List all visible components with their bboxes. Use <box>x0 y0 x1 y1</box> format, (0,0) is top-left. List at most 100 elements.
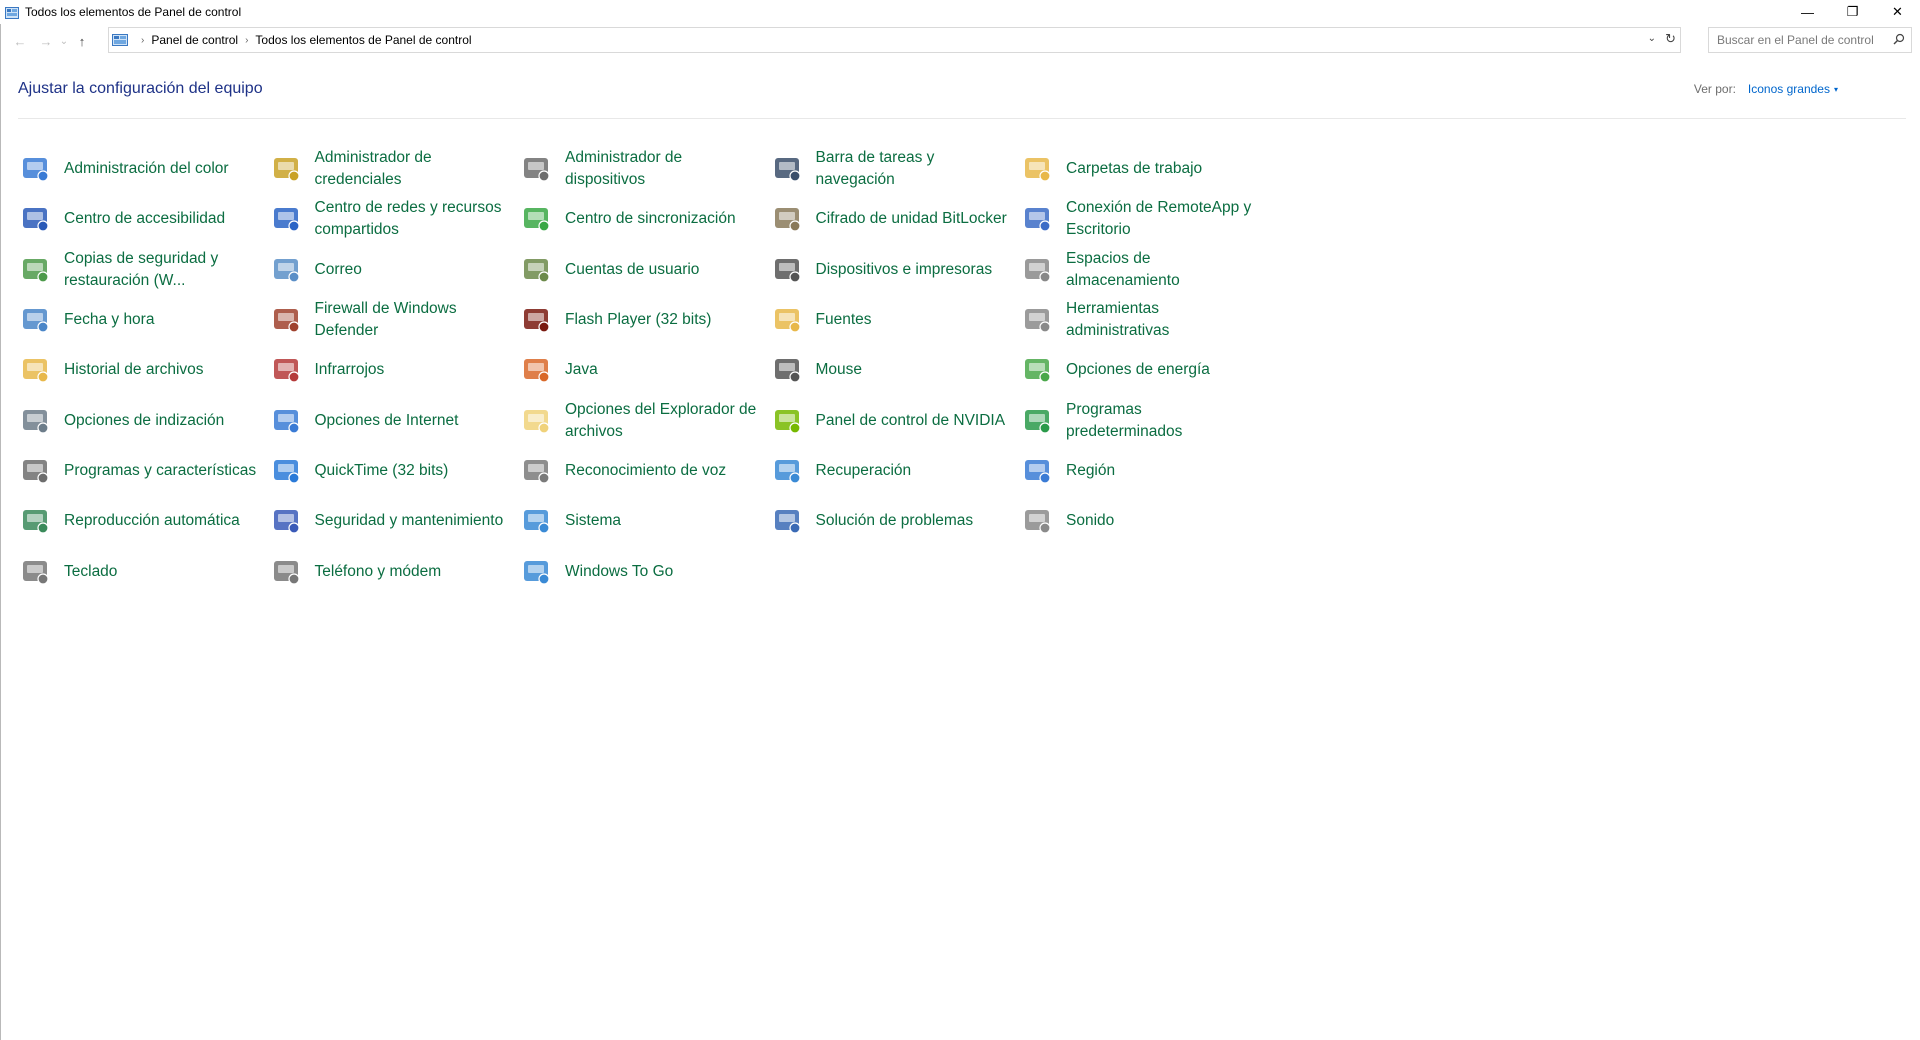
control-panel-item-label: Administrador de credenciales <box>314 149 432 189</box>
quicktime-icon <box>269 453 305 489</box>
phone-modem-icon <box>269 554 305 590</box>
control-panel-item-label: Conexión de RemoteApp y Escritorio <box>1066 199 1252 239</box>
control-panel-item[interactable]: Reconocimiento de voz <box>519 446 770 496</box>
control-panel-item[interactable]: Dispositivos e impresoras <box>770 245 1021 295</box>
system-icon <box>519 503 555 539</box>
device-manager-icon <box>519 151 555 187</box>
windows-to-go-icon <box>519 554 555 590</box>
control-panel-item[interactable]: Teléfono y módem <box>269 546 520 596</box>
security-maintenance-icon <box>269 503 305 539</box>
remoteapp-icon <box>1020 201 1056 237</box>
control-panel-item-label: QuickTime (32 bits) <box>314 461 449 479</box>
control-panel-item[interactable]: Cifrado de unidad BitLocker <box>770 194 1021 244</box>
window-controls: — ❐ ✕ <box>1785 0 1920 24</box>
date-time-icon <box>18 302 54 338</box>
control-panel-item[interactable]: Conexión de RemoteApp y Escritorio <box>1020 194 1271 244</box>
control-panel-item[interactable]: Administrador de credenciales <box>269 144 520 194</box>
control-panel-item[interactable]: Flash Player (32 bits) <box>519 295 770 345</box>
bitlocker-icon <box>770 201 806 237</box>
control-panel-item[interactable]: Infrarrojos <box>269 345 520 395</box>
explorer-options-icon <box>519 403 555 439</box>
control-panel-item[interactable]: Seguridad y mantenimiento <box>269 496 520 546</box>
control-panel-item[interactable]: Recuperación <box>770 446 1021 496</box>
control-panel-item[interactable]: Sonido <box>1020 496 1271 546</box>
minimize-button[interactable]: — <box>1785 0 1830 24</box>
breadcrumb-panel-de-control[interactable]: Panel de control <box>151 33 238 47</box>
control-panel-item[interactable]: Programas y características <box>18 446 269 496</box>
control-panel-item[interactable]: Barra de tareas y navegación <box>770 144 1021 194</box>
control-panel-item[interactable]: Copias de seguridad y restauración (W... <box>18 245 269 295</box>
nvidia-icon <box>770 403 806 439</box>
chevron-down-icon[interactable]: ▾ <box>1834 85 1838 94</box>
control-panel-item[interactable]: Programas predeterminados <box>1020 395 1271 445</box>
control-panel-item[interactable]: Opciones de Internet <box>269 395 520 445</box>
search-icon[interactable] <box>1893 33 1905 45</box>
control-panel-item[interactable]: Carpetas de trabajo <box>1020 144 1271 194</box>
control-panel-item-label: Reconocimiento de voz <box>565 461 727 479</box>
flash-player-icon <box>519 302 555 338</box>
control-panel-item-label: Cifrado de unidad BitLocker <box>815 210 1007 228</box>
control-panel-item[interactable]: Administrador de dispositivos <box>519 144 770 194</box>
control-panel-item[interactable]: Windows To Go <box>519 546 770 596</box>
power-options-icon <box>1020 352 1056 388</box>
control-panel-item[interactable]: Fuentes <box>770 295 1021 345</box>
control-panel-item[interactable]: Solución de problemas <box>770 496 1021 546</box>
control-panel-item[interactable]: Herramientas administrativas <box>1020 295 1271 345</box>
search-input[interactable] <box>1717 33 1887 47</box>
programs-features-icon <box>18 453 54 489</box>
view-by-dropdown[interactable]: Iconos grandes <box>1748 82 1830 96</box>
control-panel-icon <box>5 6 19 19</box>
refresh-icon[interactable]: ↻ <box>1665 31 1676 47</box>
control-panel-item[interactable]: Teclado <box>18 546 269 596</box>
control-panel-item[interactable]: Centro de sincronización <box>519 194 770 244</box>
control-panel-item-label: Centro de redes y recursos compartidos <box>314 199 502 239</box>
back-button[interactable]: ← <box>9 30 31 52</box>
control-panel-item-label: Java <box>565 361 598 379</box>
sound-icon <box>1020 503 1056 539</box>
firewall-icon <box>269 302 305 338</box>
up-button[interactable]: ↑ <box>71 30 93 52</box>
control-panel-item[interactable]: Administración del color <box>18 144 269 194</box>
restore-button[interactable]: ❐ <box>1830 0 1875 24</box>
forward-button[interactable]: → <box>35 30 57 52</box>
control-panel-item-label: Carpetas de trabajo <box>1066 160 1203 178</box>
control-panel-item[interactable]: Historial de archivos <box>18 345 269 395</box>
search-box[interactable] <box>1708 27 1912 53</box>
color-management-icon <box>18 151 54 187</box>
control-panel-item[interactable]: Sistema <box>519 496 770 546</box>
control-panel-item[interactable]: Centro de accesibilidad <box>18 194 269 244</box>
storage-spaces-icon <box>1020 252 1056 288</box>
breadcrumb-all-items[interactable]: Todos los elementos de Panel de control <box>255 33 471 47</box>
control-panel-item[interactable]: Correo <box>269 245 520 295</box>
control-panel-item[interactable]: Opciones de indización <box>18 395 269 445</box>
control-panel-item-label: Opciones de indización <box>64 411 225 429</box>
control-panel-item[interactable]: Reproducción automática <box>18 496 269 546</box>
window-title: Todos los elementos de Panel de control <box>25 5 242 19</box>
control-panel-item-label: Flash Player (32 bits) <box>565 311 712 329</box>
control-panel-item-label: Centro de sincronización <box>565 210 736 228</box>
control-panel-item-label: Teclado <box>64 562 118 580</box>
control-panel-item[interactable]: Panel de control de NVIDIA <box>770 395 1021 445</box>
breadcrumb-separator: › <box>245 34 249 46</box>
control-panel-item[interactable]: Cuentas de usuario <box>519 245 770 295</box>
network-center-icon <box>269 201 305 237</box>
control-panel-item[interactable]: Opciones del Explorador de archivos <box>519 395 770 445</box>
control-panel-item[interactable]: Java <box>519 345 770 395</box>
control-panel-item[interactable]: Centro de redes y recursos compartidos <box>269 194 520 244</box>
control-panel-item[interactable]: QuickTime (32 bits) <box>269 446 520 496</box>
control-panel-item-label: Windows To Go <box>565 562 674 580</box>
control-panel-item[interactable]: Región <box>1020 446 1271 496</box>
control-panel-item[interactable]: Opciones de energía <box>1020 345 1271 395</box>
work-folders-icon <box>1020 151 1056 187</box>
recent-locations-button[interactable]: ⌄ <box>57 30 71 52</box>
chevron-down-icon[interactable]: ⌄ <box>1648 33 1656 44</box>
address-bar[interactable]: › Panel de control › Todos los elementos… <box>108 27 1681 53</box>
control-panel-item[interactable]: Fecha y hora <box>18 295 269 345</box>
control-panel-item-label: Programas y características <box>64 461 257 479</box>
view-by: Ver por: Iconos grandes ▾ <box>1694 82 1838 96</box>
control-panel-item[interactable]: Mouse <box>770 345 1021 395</box>
control-panel-item[interactable]: Firewall de Windows Defender <box>269 295 520 345</box>
credential-manager-icon <box>269 151 305 187</box>
close-button[interactable]: ✕ <box>1875 0 1920 24</box>
control-panel-item[interactable]: Espacios de almacenamiento <box>1020 245 1271 295</box>
